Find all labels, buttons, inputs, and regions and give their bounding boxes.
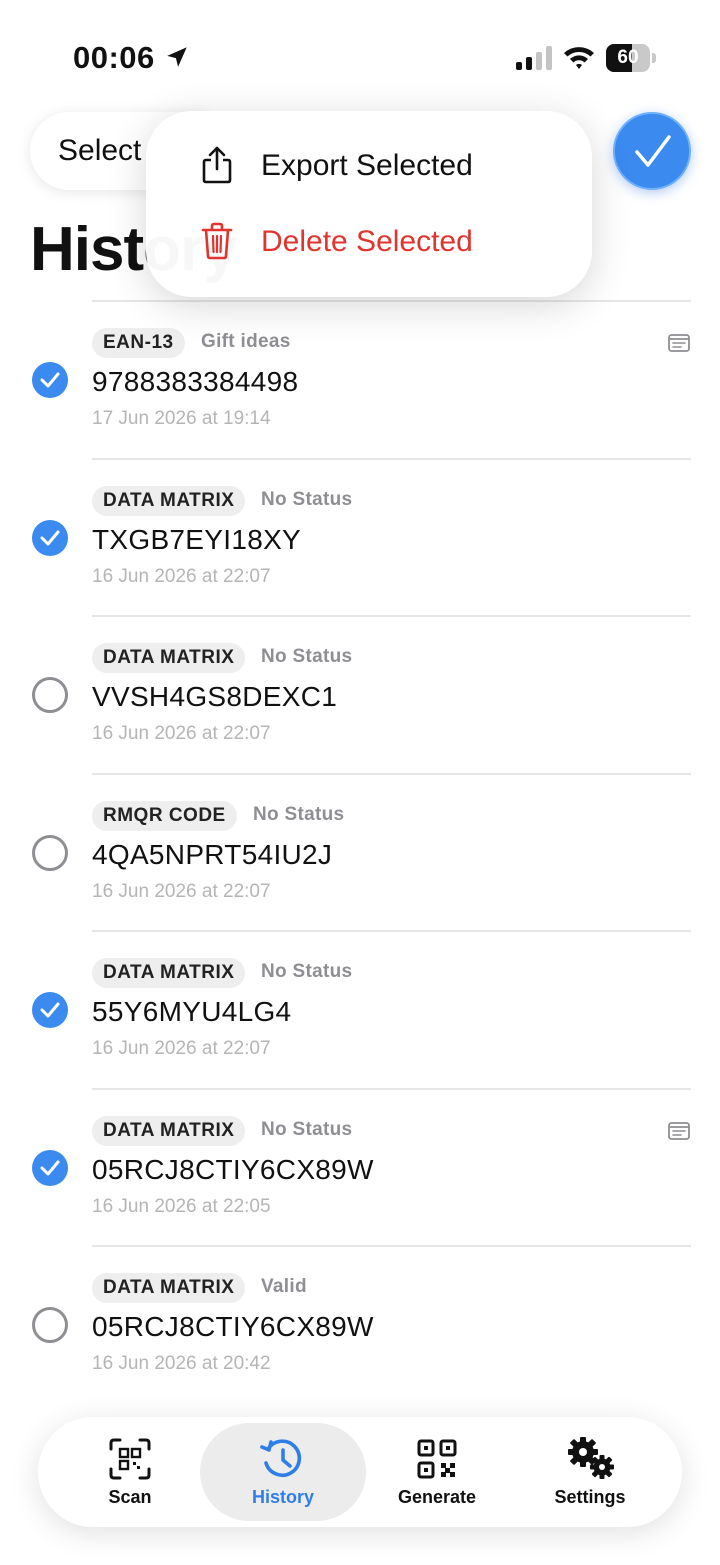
code-type-badge: DATA MATRIX: [92, 643, 246, 673]
code-type-badge: DATA MATRIX: [92, 1115, 246, 1146]
scan-date: 16 Jun 2026 at 22:07: [92, 723, 271, 744]
status-label: No Status: [261, 646, 353, 667]
scan-icon: [109, 1438, 151, 1480]
note-icon: [668, 334, 690, 352]
scan-date: 16 Jun 2026 at 22:05: [92, 1195, 271, 1217]
scan-date: 16 Jun 2026 at 22:07: [92, 880, 271, 902]
tab-history[interactable]: History: [200, 1423, 366, 1521]
code-value: 05RCJ8CTIY6CX89W: [92, 1311, 374, 1342]
delete-selected-menu-item[interactable]: Delete Selected: [146, 205, 592, 279]
history-icon: [260, 1439, 302, 1477]
row-divider: [92, 457, 691, 460]
battery-icon: 60: [606, 44, 656, 72]
share-icon: [202, 146, 232, 184]
code-value: VVSH4GS8DEXC1: [92, 681, 338, 712]
tab-generate[interactable]: Generate: [359, 1423, 515, 1521]
location-arrow-icon: [167, 47, 187, 67]
history-row[interactable]: DATA MATRIX No Status 55Y6MYU4LG4 16 Jun 20…: [0, 930, 720, 1088]
history-row[interactable]: RMQR CODE No Status 4QA5NPRT54IU2J 16 Jun 2…: [0, 772, 720, 931]
done-selection-button[interactable]: [613, 112, 691, 190]
row-divider: [92, 300, 691, 302]
status-label: Valid: [261, 1276, 307, 1297]
code-value: 4QA5NPRT54IU2J: [92, 838, 333, 870]
row-divider: [92, 1245, 691, 1247]
scan-date: 17 Jun 2026 at 19:14: [92, 408, 271, 429]
code-value: 9788383384498: [92, 366, 299, 397]
code-type-badge: EAN-13: [92, 328, 185, 358]
status-bar: 00:06 60: [0, 0, 720, 110]
code-type-badge: DATA MATRIX: [92, 485, 246, 516]
code-value: TXGB7EYI18XY: [92, 523, 302, 555]
battery-percentage: 60: [617, 47, 639, 68]
tab-scan-label: Scan: [108, 1487, 152, 1507]
export-selected-label: Export Selected: [261, 149, 473, 182]
wifi-icon: [564, 47, 594, 69]
code-value: 05RCJ8CTIY6CX89W: [92, 1153, 374, 1185]
status-label: No Status: [261, 961, 353, 982]
history-row[interactable]: DATA MATRIX No Status 05RCJ8CTIY6CX89W 16 J…: [0, 1087, 720, 1246]
gears-icon: [568, 1437, 614, 1479]
tab-scan[interactable]: Scan: [52, 1423, 208, 1521]
tab-settings-label: Settings: [554, 1487, 626, 1507]
scan-date: 16 Jun 2026 at 22:07: [92, 1038, 271, 1059]
tab-settings[interactable]: Settings: [512, 1423, 668, 1521]
status-time: 00:06: [73, 40, 155, 75]
unselected-checkbox[interactable]: [32, 834, 68, 871]
scan-date: 16 Jun 2026 at 22:07: [92, 565, 271, 587]
tab-history-label: History: [251, 1487, 314, 1507]
row-divider: [92, 930, 691, 932]
selected-checkbox[interactable]: [32, 519, 68, 556]
export-selected-menu-item[interactable]: Export Selected: [146, 129, 592, 203]
tab-bar: Scan History Generate Settings: [38, 1417, 682, 1527]
select-button-label: Select: [58, 134, 142, 167]
history-row[interactable]: EAN-13 Gift ideas 9788383384498 17 Jun 2026…: [0, 300, 720, 458]
code-type-badge: RMQR CODE: [92, 800, 237, 831]
status-label: No Status: [253, 803, 345, 825]
selected-checkbox[interactable]: [32, 1149, 68, 1186]
history-row[interactable]: DATA MATRIX Valid 05RCJ8CTIY6CX89W 16 Jun 2…: [0, 1245, 720, 1403]
trash-icon: [201, 222, 233, 260]
cellular-signal-icon: [516, 46, 552, 70]
row-divider: [92, 615, 691, 617]
status-label: Gift ideas: [201, 331, 291, 352]
code-type-badge: DATA MATRIX: [92, 958, 246, 988]
selected-checkbox[interactable]: [32, 992, 68, 1028]
checkmark-icon: [635, 135, 671, 167]
delete-selected-label: Delete Selected: [261, 225, 473, 258]
unselected-checkbox[interactable]: [32, 1307, 68, 1343]
history-row[interactable]: DATA MATRIX No Status TXGB7EYI18XY 16 Jun 2…: [0, 457, 720, 616]
tab-generate-label: Generate: [397, 1487, 477, 1507]
scan-date: 16 Jun 2026 at 20:42: [92, 1353, 271, 1374]
code-value: 55Y6MYU4LG4: [92, 996, 292, 1027]
history-row[interactable]: DATA MATRIX No Status VVSH4GS8DEXC1 16 Jun …: [0, 615, 720, 773]
history-list: EAN-13 Gift ideas 9788383384498 17 Jun 2026…: [0, 300, 720, 1403]
code-type-badge: DATA MATRIX: [92, 1273, 246, 1303]
row-divider: [92, 1087, 691, 1090]
row-divider: [92, 772, 691, 775]
status-label: No Status: [261, 488, 353, 510]
selection-actions-menu: Export Selected Delete Selected: [146, 111, 592, 297]
note-icon: [668, 1121, 690, 1140]
selected-checkbox[interactable]: [32, 362, 68, 398]
status-label: No Status: [261, 1118, 353, 1140]
qr-code-icon: [417, 1439, 457, 1479]
unselected-checkbox[interactable]: [32, 677, 68, 713]
